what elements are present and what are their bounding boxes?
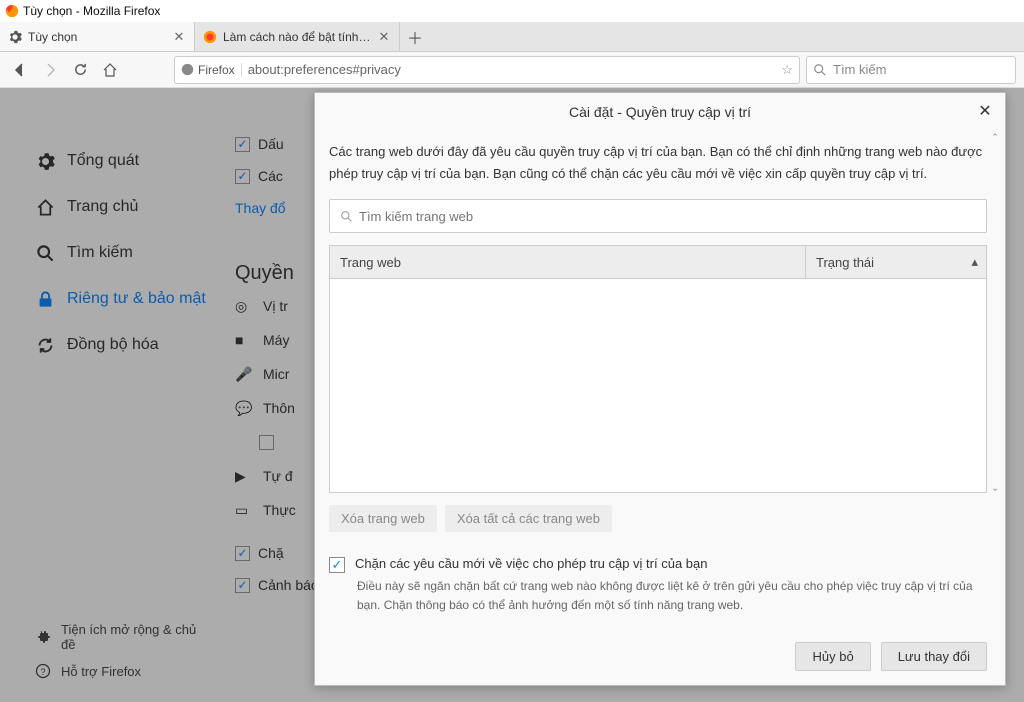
- forward-button[interactable]: [38, 58, 62, 82]
- tab-label: Tùy chọn: [28, 30, 166, 44]
- dialog-title: Cài đặt - Quyền truy cập vị trí: [569, 104, 751, 120]
- close-icon[interactable]: ✕: [172, 30, 186, 44]
- dialog-footer: Hủy bỏ Lưu thay đổi: [315, 632, 1005, 685]
- bookmark-star-icon[interactable]: ☆: [781, 62, 793, 78]
- new-tab-button[interactable]: ＋: [400, 22, 430, 51]
- firefox-icon: [203, 30, 217, 44]
- tab-preferences[interactable]: Tùy chọn ✕: [0, 22, 195, 51]
- window-titlebar: Tùy chọn - Mozilla Firefox: [0, 0, 1024, 22]
- window-title: Tùy chọn - Mozilla Firefox: [23, 4, 160, 18]
- table-header: Trang web Trạng thái ▴: [329, 245, 987, 279]
- url-text: about:preferences#privacy: [248, 62, 776, 77]
- column-site[interactable]: Trang web: [330, 246, 806, 278]
- identity-box[interactable]: Firefox: [181, 63, 242, 77]
- sort-caret-icon: ▴: [971, 254, 978, 270]
- nav-toolbar: Firefox about:preferences#privacy ☆ Tìm …: [0, 52, 1024, 88]
- permissions-table[interactable]: [329, 279, 987, 493]
- search-bar[interactable]: Tìm kiếm: [806, 56, 1016, 84]
- block-new-requests-row: ✓ Chặn các yêu cầu mới về việc cho phép …: [329, 556, 987, 573]
- tab-help-article[interactable]: Làm cách nào để bật tính năn… ✕: [195, 22, 400, 51]
- identity-label: Firefox: [198, 63, 235, 77]
- block-description: Điều này sẽ ngăn chặn bất cứ trang web n…: [357, 577, 987, 615]
- close-icon[interactable]: ✕: [975, 101, 995, 121]
- back-button[interactable]: [8, 58, 32, 82]
- firefox-icon: [181, 63, 194, 76]
- remove-site-button: Xóa trang web: [329, 505, 437, 532]
- dialog-search-field[interactable]: [329, 199, 987, 233]
- dialog-title-bar: Cài đặt - Quyền truy cập vị trí ✕: [315, 93, 1005, 131]
- remove-all-button: Xóa tất cả các trang web: [445, 505, 612, 532]
- search-placeholder: Tìm kiếm: [833, 62, 886, 77]
- scroll-down-icon[interactable]: ˇ: [993, 486, 1003, 502]
- search-icon: [813, 63, 827, 77]
- url-bar[interactable]: Firefox about:preferences#privacy ☆: [174, 56, 800, 84]
- reload-button[interactable]: [68, 58, 92, 82]
- cancel-button[interactable]: Hủy bỏ: [795, 642, 870, 671]
- tab-label: Làm cách nào để bật tính năn…: [223, 30, 371, 44]
- location-permissions-dialog: Cài đặt - Quyền truy cập vị trí ✕ ˆ Các …: [314, 92, 1006, 686]
- block-label: Chặn các yêu cầu mới về việc cho phép tr…: [355, 556, 708, 571]
- block-checkbox[interactable]: ✓: [329, 557, 345, 573]
- firefox-icon: [5, 4, 19, 18]
- gear-icon: [8, 30, 22, 44]
- search-icon: [340, 210, 353, 223]
- dialog-description: Các trang web dưới đây đã yêu cầu quyền …: [329, 141, 987, 185]
- home-button[interactable]: [98, 58, 122, 82]
- close-icon[interactable]: ✕: [377, 30, 391, 44]
- tab-strip: Tùy chọn ✕ Làm cách nào để bật tính năn……: [0, 22, 1024, 52]
- scroll-up-icon[interactable]: ˆ: [993, 131, 1003, 147]
- save-button[interactable]: Lưu thay đổi: [881, 642, 987, 671]
- dialog-search-input[interactable]: [359, 209, 976, 224]
- column-status[interactable]: Trạng thái ▴: [806, 246, 986, 278]
